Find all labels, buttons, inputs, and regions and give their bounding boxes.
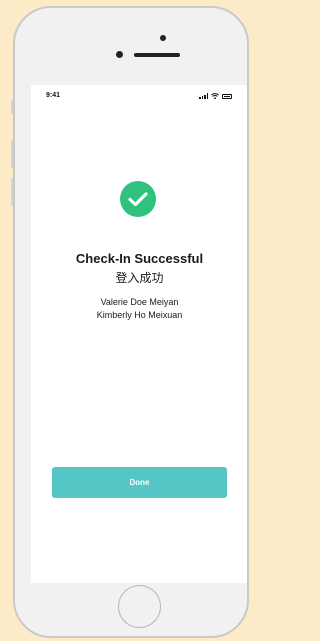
checkmark-circle-icon (120, 181, 156, 217)
checked-in-names: Valerie Doe Meiyan Kimberly Ho Meixuan (31, 296, 247, 322)
home-button[interactable] (118, 585, 161, 628)
status-time: 9:41 (46, 92, 61, 99)
status-bar: 9:41 (31, 85, 247, 105)
battery-icon (222, 94, 232, 99)
checked-in-name: Kimberly Ho Meixuan (96, 310, 183, 320)
done-button[interactable]: Done (52, 467, 227, 498)
checkmark-icon (128, 192, 148, 207)
phone-frame: 9:41 Check-In Successful 登入成功 Valerie Do… (13, 6, 249, 638)
success-subtitle: 登入成功 (115, 271, 164, 285)
status-icons (199, 93, 232, 99)
success-title: Check-In Successful (75, 251, 204, 266)
earpiece-speaker (134, 53, 180, 57)
front-camera (116, 51, 123, 58)
signal-icon (199, 93, 208, 99)
wifi-icon (211, 93, 219, 99)
checked-in-name: Valerie Doe Meiyan (100, 297, 179, 307)
phone-screen: 9:41 Check-In Successful 登入成功 Valerie Do… (31, 85, 247, 583)
front-sensor (160, 35, 166, 41)
